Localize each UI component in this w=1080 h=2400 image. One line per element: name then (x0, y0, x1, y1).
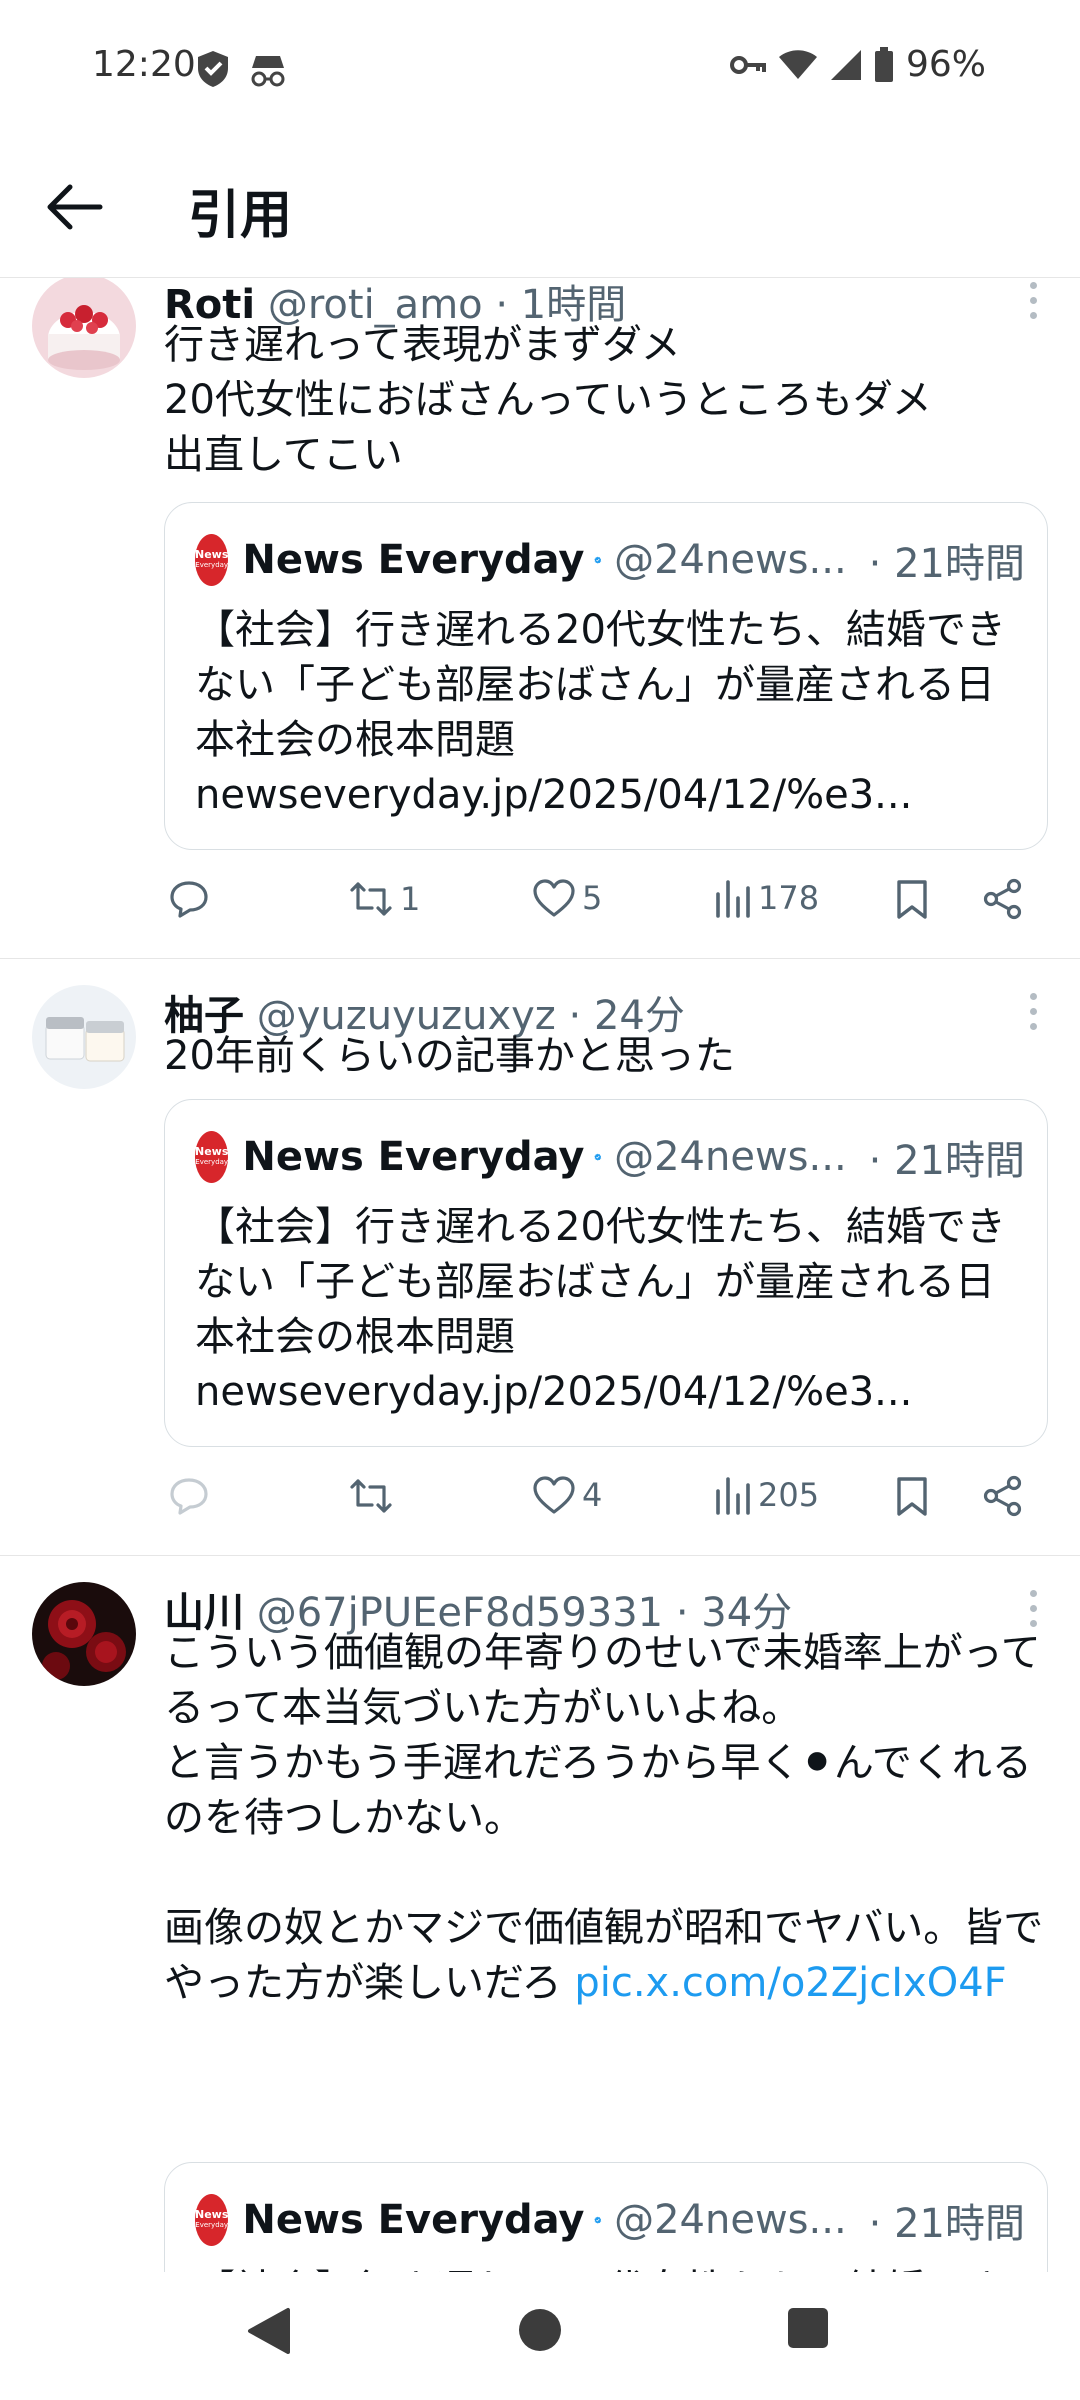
like-button[interactable]: 4 (532, 1475, 602, 1515)
retweet-icon (350, 1479, 392, 1513)
verified-badge-icon (594, 1153, 602, 1161)
reply-button[interactable] (168, 1475, 210, 1517)
heart-icon (533, 879, 575, 917)
app-header: 引用 (0, 135, 1080, 278)
post-text: こういう価値観の年寄りのせいで未婚率上がってるって本当気づいた方がいいよね。 と… (164, 1630, 1044, 2006)
quoted-post-header: News Everyday News Everyday @24news... · … (195, 533, 1025, 587)
verified-badge-icon (594, 2216, 602, 2224)
image-link[interactable]: pic.x.com/o2ZjcIxO4F (574, 1960, 1006, 2006)
avatar[interactable] (32, 278, 136, 378)
post-text: 20年前くらいの記事かと思った (164, 1033, 735, 1079)
rose-avatar-image (32, 1582, 136, 1686)
battery-icon (874, 46, 893, 82)
shield-icon (198, 51, 228, 87)
cake-avatar-image (32, 278, 136, 378)
post[interactable]: 山川 @67jPUEeF8d59331 · 34分 こういう価値観の年寄りのせい… (0, 1556, 1080, 2272)
quoted-post-header: News Everyday News Everyday @24news... · … (195, 2193, 1025, 2247)
like-count: 4 (582, 1476, 603, 1514)
back-arrow-icon[interactable] (44, 181, 104, 233)
views-chart-icon (716, 1477, 750, 1515)
quoted-post-time: · 21時間 (868, 1138, 1025, 1184)
share-button[interactable] (982, 1475, 1024, 1517)
views-chart-icon (716, 880, 750, 918)
reply-icon (170, 881, 208, 918)
status-time: 12:20 (92, 44, 196, 85)
quoted-post-time: · 21時間 (868, 541, 1025, 587)
quoted-post-header: News Everyday News Everyday @24news... · … (195, 1130, 1025, 1184)
quote-feed: Roti @roti_amo · 1時間 行き遅れって表現がまずダメ 20代女性… (0, 278, 1080, 2272)
avatar[interactable] (32, 1582, 136, 1686)
avatar[interactable] (32, 985, 136, 1089)
views-button[interactable]: 205 (712, 1475, 819, 1515)
news-everyday-logo: News Everyday (195, 1131, 229, 1183)
quoted-post-text: 【社会】行き遅れる20代女性たち、結婚できない「子ども部屋おばさん」が量産される… (195, 1204, 1006, 1415)
reply-icon (170, 1478, 208, 1515)
signal-icon (830, 49, 861, 80)
share-icon (983, 878, 1022, 920)
quoted-post[interactable]: News Everyday News Everyday @24news... · … (164, 502, 1048, 850)
quoted-post-text: 【社会】行き遅れる20代女性たち、結婚できない「子ども部屋おばさん」が量産される… (195, 607, 1006, 818)
news-everyday-logo: News Everyday (195, 534, 229, 586)
view-count: 178 (758, 879, 820, 917)
like-button[interactable]: 5 (532, 878, 602, 918)
share-icon (983, 1475, 1022, 1517)
nav-home-icon[interactable] (516, 2306, 564, 2354)
post[interactable]: 柚子 @yuzuyuzuxyz · 24分 20年前くらいの記事かと思った Ne… (0, 959, 1080, 1556)
bookmark-icon (897, 1477, 927, 1516)
quoted-post[interactable]: News Everyday News Everyday @24news... · … (164, 1099, 1048, 1447)
verified-badge-icon (594, 556, 602, 564)
quoted-post[interactable]: News Everyday News Everyday @24news... · … (164, 2162, 1048, 2272)
system-navigation-bar (0, 2272, 1080, 2400)
page-title: 引用 (188, 186, 293, 246)
quoted-author-name: News Everyday (242, 2197, 585, 2243)
post-text: 行き遅れって表現がまずダメ 20代女性におばさんっていうところもダメ 出直してこ… (164, 322, 932, 478)
like-count: 5 (582, 879, 603, 917)
cosmetics-avatar-image (32, 985, 136, 1089)
quoted-author-handle: @24news... (614, 537, 847, 583)
quoted-author-name: News Everyday (242, 1134, 585, 1180)
view-count: 205 (758, 1476, 820, 1514)
nav-back-icon[interactable] (246, 2306, 292, 2356)
incognito-icon (251, 56, 285, 87)
quoted-post-text: 【社会】行き遅れる20代女性たち、結婚できない「子ども部屋おばさん」が量産され (195, 2263, 1017, 2272)
retweet-icon (350, 882, 392, 916)
retweet-button[interactable]: 1 (348, 878, 420, 920)
retweet-button[interactable] (348, 1475, 400, 1517)
share-button[interactable] (982, 878, 1024, 920)
quoted-author-handle: @24news... (614, 2197, 847, 2243)
post-actions: 1 5 178 (164, 878, 1044, 938)
bookmark-button[interactable] (894, 1475, 930, 1517)
status-bar: 12:20 96% (0, 0, 1080, 135)
bookmark-icon (897, 880, 927, 919)
vpn-key-icon (729, 55, 766, 74)
quoted-author-name: News Everyday (242, 537, 585, 583)
news-everyday-logo: News Everyday (195, 2194, 229, 2246)
nav-recents-icon[interactable] (786, 2306, 830, 2350)
views-button[interactable]: 178 (712, 878, 819, 918)
heart-icon (533, 1476, 575, 1514)
quoted-post-time: · 21時間 (868, 2201, 1025, 2247)
battery-percent: 96% (905, 44, 986, 85)
bookmark-button[interactable] (894, 878, 930, 920)
post-actions: 4 205 (164, 1475, 1044, 1535)
wifi-icon (778, 49, 817, 79)
post[interactable]: Roti @roti_amo · 1時間 行き遅れって表現がまずダメ 20代女性… (0, 278, 1080, 959)
quoted-author-handle: @24news... (614, 1134, 847, 1180)
reply-button[interactable] (168, 878, 210, 920)
retweet-count: 1 (400, 880, 421, 918)
